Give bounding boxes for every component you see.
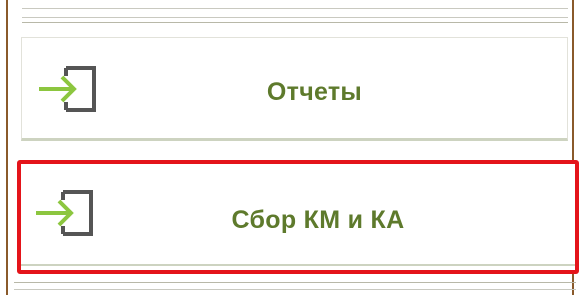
item-divider <box>21 264 575 266</box>
bottom-divider <box>14 282 576 295</box>
menu-item-label: Сбор КМ и КА <box>231 206 405 234</box>
menu-item-collect-km-ka[interactable]: Сбор КМ и КА <box>17 160 579 274</box>
menu-item-reports[interactable]: Отчеты <box>21 37 568 141</box>
menu-item-label: Отчеты <box>266 78 363 106</box>
top-divider <box>22 8 568 24</box>
